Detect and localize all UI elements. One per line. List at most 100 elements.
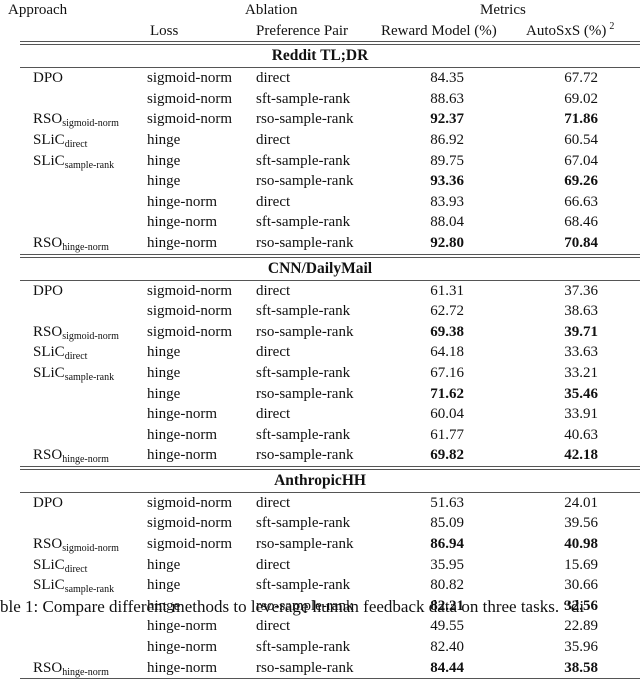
reward-model-cell: 60.04 xyxy=(430,406,464,423)
loss-cell: sigmoid-norm xyxy=(147,494,232,511)
approach-subscript: sigmoid-norm xyxy=(62,118,119,130)
reward-model-cell: 82.40 xyxy=(430,639,464,656)
footnote-marker: 2 xyxy=(609,20,615,32)
preference-pair-cell: sft-sample-rank xyxy=(256,152,351,169)
reward-model-cell: 92.80 xyxy=(430,234,464,251)
loss-cell: hinge xyxy=(147,556,181,573)
approach-cell: SLiCdirect xyxy=(33,130,87,153)
reward-model-cell: 84.35 xyxy=(430,70,464,87)
autosxs-cell: 68.46 xyxy=(564,214,598,231)
table-row: SLiCdirect hinge direct 86.92 60.54 xyxy=(0,130,640,151)
reward-model-cell: 83.93 xyxy=(430,193,464,210)
approach-subscript: hinge-norm xyxy=(62,666,109,678)
autosxs-cell: 69.02 xyxy=(564,90,598,107)
approach-cell: RSOsigmoid-norm xyxy=(33,109,119,132)
approach-cell: SLiCsample-rank xyxy=(33,363,114,386)
reward-model-cell: 86.92 xyxy=(430,131,464,148)
autosxs-cell: 15.69 xyxy=(564,556,598,573)
preference-pair-cell: rso-sample-rank xyxy=(256,447,354,464)
reward-model-cell: 93.36 xyxy=(430,173,464,190)
autosxs-cell: 35.96 xyxy=(564,639,598,656)
approach-cell: DPO xyxy=(33,493,63,516)
autosxs-cell: 39.71 xyxy=(564,323,598,340)
table-row: DPO sigmoid-norm direct 61.31 37.36 xyxy=(0,281,640,302)
autosxs-cell: 71.86 xyxy=(564,111,598,128)
approach-name: RSO xyxy=(33,659,63,676)
autosxs-cell: 70.84 xyxy=(564,234,598,251)
loss-cell: hinge-norm xyxy=(147,214,217,231)
loss-cell: hinge-norm xyxy=(147,659,217,676)
loss-cell: hinge-norm xyxy=(147,406,217,423)
preference-pair-cell: rso-sample-rank xyxy=(256,385,354,402)
preference-pair-cell: direct xyxy=(256,618,291,635)
approach-name: SLiC xyxy=(33,152,65,169)
autosxs-cell: 38.63 xyxy=(564,303,598,320)
preference-pair-cell: direct xyxy=(256,282,291,299)
approach-cell: SLiCdirect xyxy=(33,555,87,578)
header-metrics: Metrics xyxy=(480,2,526,18)
autosxs-cell: 33.63 xyxy=(564,344,598,361)
table-row: RSOsigmoid-norm sigmoid-norm rso-sample-ra… xyxy=(0,109,640,130)
approach-subscript: sample-rank xyxy=(64,584,115,596)
autosxs-cell: 35.46 xyxy=(564,385,598,402)
preference-pair-cell: direct xyxy=(256,494,291,511)
preference-pair-cell: sft-sample-rank xyxy=(256,577,351,594)
table-row: sigmoid-norm sft-sample-rank 88.63 69.02 xyxy=(0,89,640,110)
autosxs-cell: 33.21 xyxy=(564,364,598,381)
preference-pair-cell: direct xyxy=(256,70,291,87)
approach-name: SLiC xyxy=(33,131,65,148)
bottom-rule xyxy=(20,678,640,680)
approach-name: SLiC xyxy=(33,556,65,573)
reward-model-cell: 69.82 xyxy=(430,447,464,464)
preference-pair-cell: sft-sample-rank xyxy=(256,515,351,532)
autosxs-cell: 60.54 xyxy=(564,131,598,148)
preference-pair-cell: rso-sample-rank xyxy=(256,323,354,340)
table-row: DPO sigmoid-norm direct 51.63 24.01 xyxy=(0,493,640,514)
autosxs-cell: 40.98 xyxy=(564,536,598,553)
approach-subscript: direct xyxy=(64,138,88,150)
loss-cell: hinge-norm xyxy=(147,234,217,251)
table-row: hinge rso-sample-rank 93.36 69.26 xyxy=(0,171,640,192)
preference-pair-cell: sft-sample-rank xyxy=(256,639,351,656)
approach-subscript: hinge-norm xyxy=(62,241,109,253)
reward-model-cell: 64.18 xyxy=(430,344,464,361)
loss-cell: sigmoid-norm xyxy=(147,323,232,340)
approach-cell: SLiCsample-rank xyxy=(33,151,114,174)
autosxs-cell: 66.63 xyxy=(564,193,598,210)
preference-pair-cell: rso-sample-rank xyxy=(256,234,354,251)
approach-cell: DPO xyxy=(33,281,63,304)
table-row: RSOhinge-norm hinge-norm rso-sample-rank 84… xyxy=(0,658,640,679)
preference-pair-cell: rso-sample-rank xyxy=(256,659,354,676)
preference-pair-cell: direct xyxy=(256,193,291,210)
table-row: sigmoid-norm sft-sample-rank 62.72 38.63 xyxy=(0,301,640,322)
loss-cell: sigmoid-norm xyxy=(147,536,232,553)
table-row: RSOhinge-norm hinge-norm rso-sample-rank 92… xyxy=(0,233,640,254)
autosxs-cell: 22.89 xyxy=(564,618,598,635)
table-row: SLiCdirect hinge direct 64.18 33.63 xyxy=(0,342,640,363)
autosxs-cell: 67.04 xyxy=(564,152,598,169)
approach-cell: RSOhinge-norm xyxy=(33,233,109,256)
approach-name: SLiC xyxy=(33,344,65,361)
autosxs-cell: 40.63 xyxy=(564,426,598,443)
approach-cell: RSOsigmoid-norm xyxy=(33,322,119,345)
section-title: AnthropicHH xyxy=(274,471,366,489)
loss-cell: sigmoid-norm xyxy=(147,70,232,87)
loss-cell: hinge-norm xyxy=(147,447,217,464)
reward-model-cell: 89.75 xyxy=(430,152,464,169)
reward-model-cell: 86.94 xyxy=(430,536,464,553)
reward-model-cell: 61.31 xyxy=(430,282,464,299)
reward-model-cell: 84.44 xyxy=(430,659,464,676)
loss-cell: hinge-norm xyxy=(147,639,217,656)
autosxs-cell: 42.18 xyxy=(564,447,598,464)
autosxs-cell: 33.91 xyxy=(564,406,598,423)
header-row-1: Approach Ablation Metrics xyxy=(0,0,640,21)
preference-pair-cell: rso-sample-rank xyxy=(256,173,354,190)
loss-cell: hinge-norm xyxy=(147,193,217,210)
loss-cell: sigmoid-norm xyxy=(147,111,232,128)
approach-subscript: direct xyxy=(64,351,88,363)
table-row: SLiCdirect hinge direct 35.95 15.69 xyxy=(0,555,640,576)
approach-name: SLiC xyxy=(33,364,65,381)
table-caption: ble 1: Compare different methods to leve… xyxy=(0,597,585,616)
loss-cell: hinge xyxy=(147,152,181,169)
preference-pair-cell: sft-sample-rank xyxy=(256,90,351,107)
